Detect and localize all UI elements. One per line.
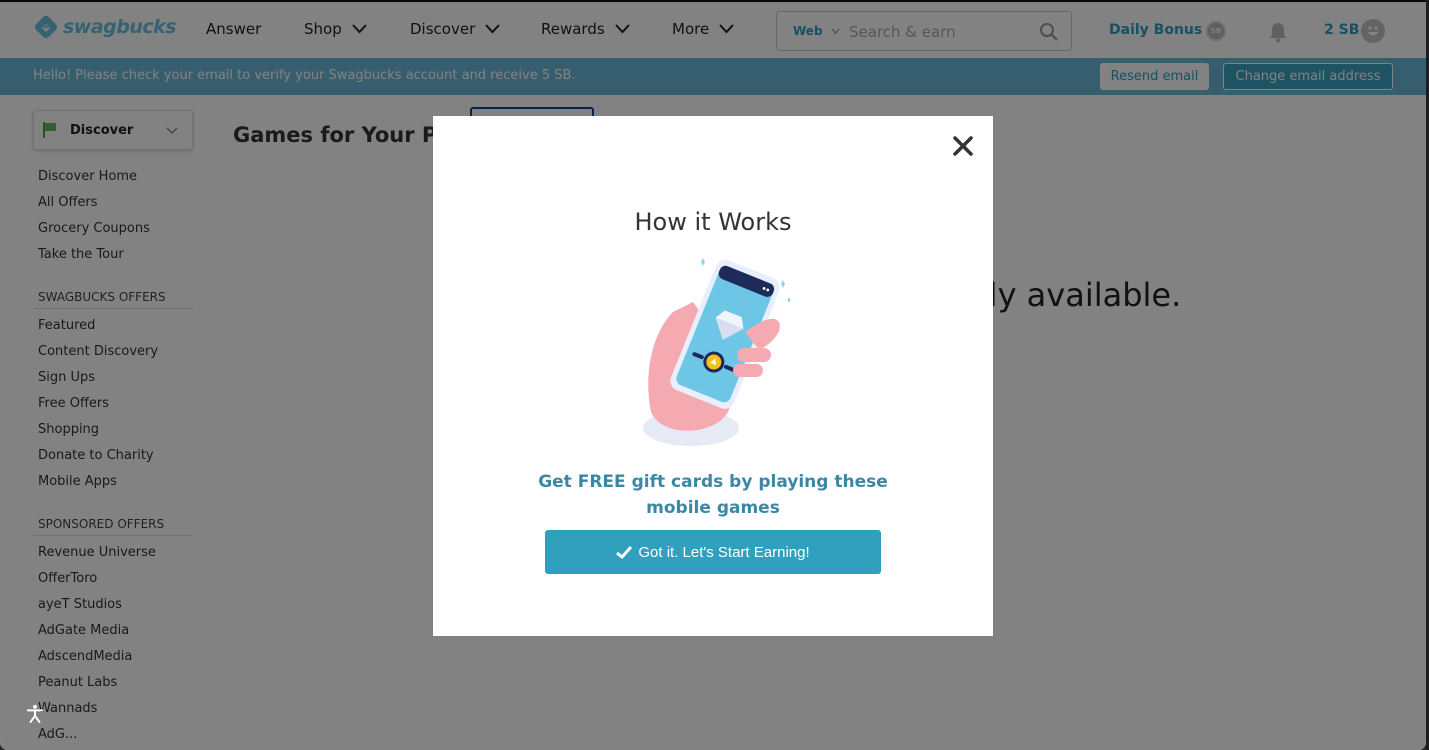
modal-description: Get FREE gift cards by playing these mob… (538, 472, 888, 518)
checkmark-icon (616, 545, 633, 559)
start-earning-button[interactable]: Got it. Let's Start Earning! (545, 530, 881, 574)
modal-title: How it Works (634, 208, 792, 236)
how-it-works-modal: How it Works Get FREE gift cards by play… (433, 116, 993, 636)
accessibility-icon (26, 704, 44, 724)
phone-in-hand-illustration (643, 258, 791, 446)
start-earning-label: Got it. Let's Start Earning! (638, 543, 810, 561)
accessibility-button[interactable] (22, 701, 48, 727)
browser-window: swagbucks Answer Shop Discover Rewards M… (0, 0, 1426, 750)
close-icon[interactable] (951, 134, 975, 158)
